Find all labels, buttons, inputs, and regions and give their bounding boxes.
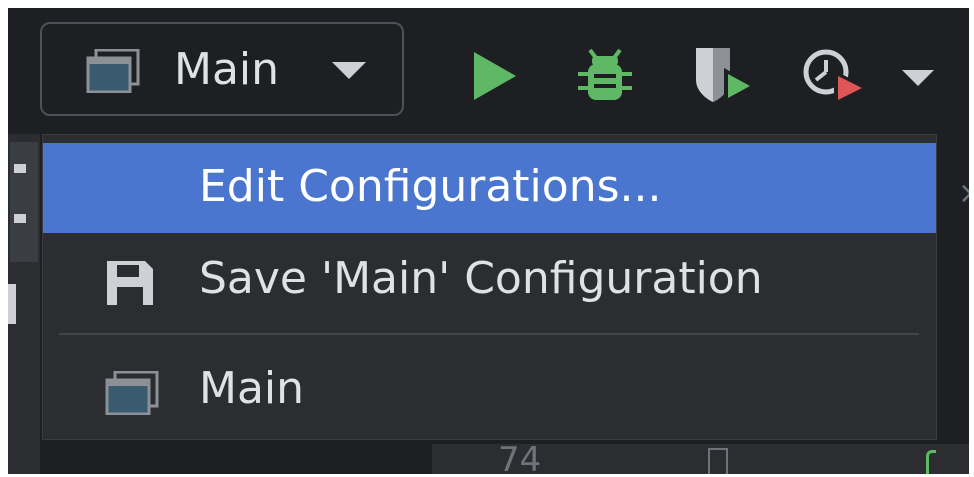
left-tool-strip bbox=[8, 134, 40, 474]
editor-gutter: 74 bbox=[432, 440, 969, 474]
menu-item-edit-configurations[interactable]: Edit Configurations... bbox=[43, 143, 936, 233]
menu-item-label: Main bbox=[199, 363, 305, 414]
menu-item-main-configuration[interactable]: Main bbox=[43, 345, 936, 435]
fold-marker-icon[interactable] bbox=[708, 448, 728, 474]
menu-item-save-configuration[interactable]: Save 'Main' Configuration bbox=[43, 235, 936, 325]
chevron-down-icon bbox=[332, 62, 366, 79]
debug-button[interactable] bbox=[576, 46, 634, 104]
close-icon[interactable]: × bbox=[958, 176, 969, 211]
tool-window-tab[interactable] bbox=[10, 142, 38, 262]
run-button[interactable] bbox=[470, 50, 518, 102]
menu-item-label: Edit Configurations... bbox=[199, 161, 662, 212]
clock-run-icon bbox=[803, 49, 868, 106]
play-icon bbox=[474, 52, 516, 100]
application-window-icon bbox=[86, 49, 140, 93]
chevron-down-icon bbox=[902, 70, 934, 86]
menu-item-label: Save 'Main' Configuration bbox=[199, 253, 763, 304]
structure-icon bbox=[14, 164, 26, 173]
menu-separator bbox=[59, 333, 919, 335]
bug-icon bbox=[578, 48, 632, 100]
coverage-button[interactable] bbox=[690, 44, 760, 108]
run-configuration-selector[interactable]: Main bbox=[40, 22, 404, 116]
floppy-disk-icon bbox=[107, 261, 153, 305]
run-configurations-popup: Edit Configurations... Save 'Main' Confi… bbox=[42, 134, 937, 440]
side-marker bbox=[8, 284, 16, 324]
more-actions-button[interactable] bbox=[900, 68, 936, 90]
shield-run-icon bbox=[696, 48, 756, 104]
run-configuration-name: Main bbox=[174, 44, 280, 95]
code-brace bbox=[926, 450, 936, 474]
application-window-icon bbox=[105, 371, 159, 415]
profiler-button[interactable] bbox=[800, 44, 870, 108]
line-number: 74 bbox=[498, 440, 542, 474]
structure-icon-part bbox=[14, 214, 26, 223]
ide-window: Main 74 Edit Configurations... Save 'Mai… bbox=[8, 8, 969, 474]
